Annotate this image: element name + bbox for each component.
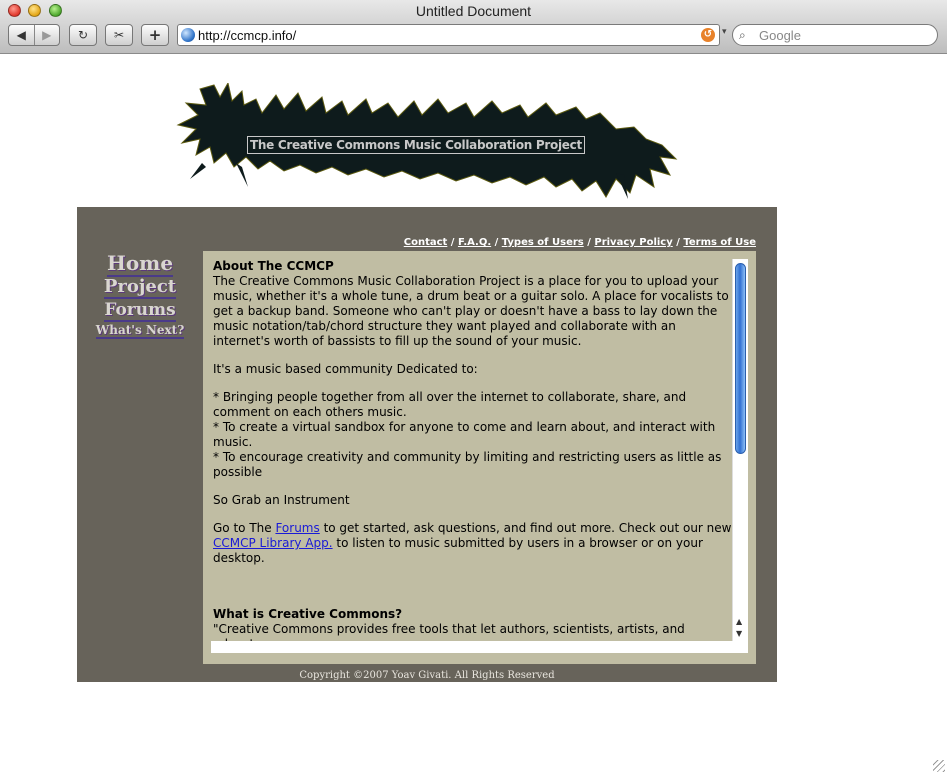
side-navigation: Home Project Forums What's Next? — [77, 251, 203, 339]
grab-instrument-text: So Grab an Instrument — [213, 493, 350, 507]
link-separator: / — [583, 237, 595, 248]
forums-link[interactable]: Forums — [275, 521, 319, 535]
types-of-users-link[interactable]: Types of Users — [502, 237, 584, 248]
contact-link[interactable]: Contact — [404, 237, 448, 248]
globe-icon — [181, 28, 195, 42]
mission-bullet: * To create a virtual sandbox for anyone… — [213, 420, 716, 449]
back-forward-group: ◀ ▶ — [8, 24, 60, 46]
content-frame: About The CCMCP The Creative Commons Mus… — [203, 251, 756, 664]
creative-commons-heading: What is Creative Commons? — [213, 607, 403, 621]
title-bar: Untitled Document — [0, 0, 947, 22]
search-icon[interactable]: ⌕ — [739, 28, 746, 43]
goto-prefix: Go to The — [213, 521, 276, 535]
reload-button[interactable]: ↻ — [69, 24, 97, 46]
site-title: The Creative Commons Music Collaboration… — [247, 136, 585, 154]
copyright-notice: Copyright ©2007 Yoav Givati. All Rights … — [299, 670, 555, 681]
content-area: About The CCMCP The Creative Commons Mus… — [211, 259, 748, 653]
chevron-down-icon[interactable]: ▾ — [722, 27, 727, 37]
url-text[interactable]: http://ccmcp.info/ — [198, 28, 296, 43]
scroll-up-icon[interactable]: ▲ — [736, 617, 742, 626]
search-input[interactable] — [759, 26, 929, 44]
mission-list: * Bringing people together from all over… — [213, 390, 732, 480]
nav-project-label: Project — [103, 276, 177, 299]
refresh-icon[interactable]: ↺ — [701, 28, 715, 42]
browser-chrome: Untitled Document ◀ ▶ ↻ ✂ + http://ccmcp… — [0, 0, 947, 54]
plus-icon: + — [148, 26, 162, 44]
snapback-button[interactable]: ✂ — [105, 24, 133, 46]
scissors-icon: ✂ — [113, 28, 125, 42]
window-title: Untitled Document — [415, 3, 532, 19]
mission-bullet: * To encourage creativity and community … — [213, 450, 722, 479]
creative-commons-text: "Creative Commons provides free tools th… — [213, 622, 685, 641]
back-icon[interactable]: ◀ — [9, 25, 35, 45]
forward-icon[interactable]: ▶ — [35, 25, 60, 45]
top-links: Contact / F.A.Q. / Types of Users / Priv… — [404, 237, 756, 248]
link-separator: / — [672, 237, 684, 248]
reload-icon: ↻ — [77, 28, 89, 42]
address-bar[interactable]: http://ccmcp.info/ ↺ — [177, 24, 720, 46]
nav-home[interactable]: Home — [77, 251, 203, 277]
nav-home-label: Home — [106, 251, 174, 277]
terms-of-use-link[interactable]: Terms of Use — [683, 237, 756, 248]
nav-project[interactable]: Project — [77, 275, 203, 299]
link-separator: / — [491, 237, 502, 248]
nav-whats-next-label: What's Next? — [95, 323, 185, 339]
about-heading: About The CCMCP — [213, 259, 334, 273]
goto-middle: to get started, ask questions, and find … — [319, 521, 732, 535]
scrollbar-thumb[interactable] — [735, 263, 746, 454]
search-bar[interactable]: ⌕ — [732, 24, 938, 46]
vertical-scrollbar[interactable]: ▲ ▼ — [732, 259, 748, 641]
scroll-down-icon[interactable]: ▼ — [736, 629, 742, 638]
privacy-policy-link[interactable]: Privacy Policy — [594, 237, 672, 248]
mission-bullet: * Bringing people together from all over… — [213, 390, 687, 419]
faq-link[interactable]: F.A.Q. — [458, 237, 491, 248]
main-panel: Contact / F.A.Q. / Types of Users / Priv… — [77, 207, 777, 682]
nav-whats-next[interactable]: What's Next? — [77, 321, 203, 339]
about-text: The Creative Commons Music Collaboration… — [213, 274, 729, 348]
getting-started-paragraph: Go to The Forums to get started, ask que… — [213, 521, 732, 566]
library-app-link[interactable]: CCMCP Library App. — [213, 536, 333, 550]
add-bookmark-button[interactable]: + — [141, 24, 169, 46]
community-intro: It's a music based community Dedicated t… — [213, 362, 478, 376]
nav-forums[interactable]: Forums — [77, 299, 203, 322]
content-scroll-region[interactable]: About The CCMCP The Creative Commons Mus… — [211, 259, 732, 641]
window-resize-handle[interactable] — [933, 760, 945, 772]
link-separator: / — [447, 237, 458, 248]
nav-forums-label: Forums — [104, 300, 176, 322]
